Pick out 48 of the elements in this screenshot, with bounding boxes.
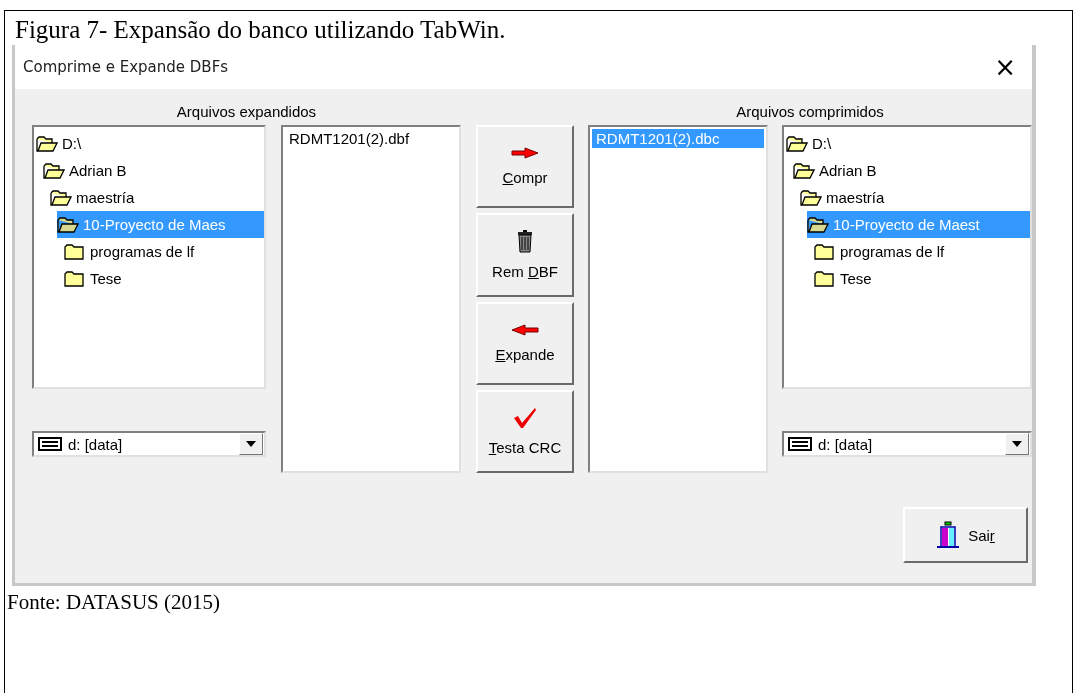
door-icon [936,521,961,549]
folder-tree-item[interactable]: D:\ [36,130,264,157]
panel-label: Arquivos comprimidos [735,103,885,120]
open-folder-icon [50,189,72,206]
checkmark-icon [513,406,537,429]
drive-dropdown[interactable]: d: [data] [32,431,266,457]
open-folder-icon [800,189,822,206]
folder-icon [64,243,86,260]
open-folder-icon [57,216,79,233]
expand-button[interactable]: Expande [476,301,574,385]
folder-tree-item[interactable]: programas de lf [814,238,1030,265]
left-arrow-icon [511,323,539,336]
folder-tree-item[interactable]: programas de lf [64,238,264,265]
folder-icon [64,270,86,287]
folder-tree-item[interactable]: Adrian B [793,157,1030,184]
folder-tree-item[interactable]: maestría [50,184,264,211]
folder-tree[interactable]: D:\ Adrian B maestría 10-Proyecto de Maest programas de lf Tese [782,125,1032,389]
open-folder-icon [807,216,829,233]
folder-tree-item[interactable]: maestría [800,184,1030,211]
folder-tree[interactable]: D:\ Adrian B maestría 10-Proyecto de Maes programas de lf Tese [32,125,266,389]
file-list[interactable]: RDMT1201(2).dbf [281,125,461,473]
dropdown-arrow-icon [246,441,256,447]
figure-caption: Figura 7- Expansão do banco utilizando TabWin. [15,15,506,45]
check-button[interactable]: Testa CRC [476,389,574,473]
folder-icon [814,270,836,287]
open-folder-icon [36,135,58,152]
close-button[interactable]: × [990,54,1020,80]
panel-label: Arquivos expandidos [175,103,318,120]
folder-tree-item[interactable]: Tese [64,265,264,292]
open-folder-icon [43,162,65,179]
exit-button[interactable]: Sair [903,507,1028,563]
folder-tree-item[interactable]: Tese [814,265,1030,292]
open-folder-icon [786,135,808,152]
window-title: Comprime e Expande DBFs [23,58,229,76]
dropdown-arrow-icon [1012,441,1022,447]
file-item[interactable]: RDMT1201(2).dbf [285,129,457,148]
drive-dropdown[interactable]: d: [data] [782,431,1032,457]
open-folder-icon [793,162,815,179]
drive-icon [38,437,62,451]
source-note: Fonte: DATASUS (2015) [7,590,220,615]
drive-icon [788,437,812,451]
folder-icon [814,243,836,260]
remove-button[interactable]: Rem DBF [476,213,574,297]
folder-tree-item[interactable]: Adrian B [43,157,264,184]
trash-icon [516,229,534,254]
right-arrow-icon [511,147,539,160]
compress-button[interactable]: Compr [476,125,574,209]
folder-tree-item[interactable]: D:\ [786,130,1030,157]
